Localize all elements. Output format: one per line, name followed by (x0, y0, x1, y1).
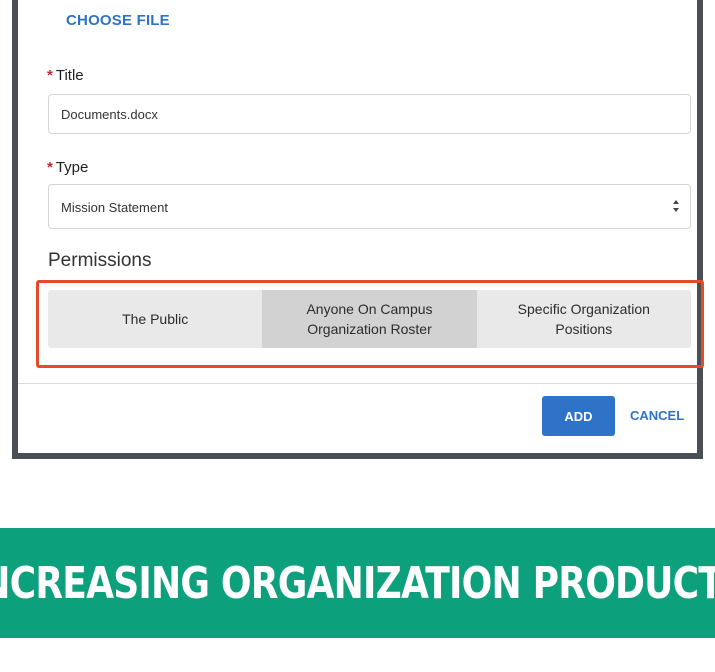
permission-option-campus[interactable]: Anyone On Campus Organization Roster (262, 290, 477, 348)
title-label: * Title (47, 67, 84, 84)
type-label: * Type (47, 159, 88, 176)
type-select[interactable]: Mission Statement (48, 184, 691, 229)
permission-option-line: Anyone On Campus (306, 301, 433, 317)
title-label-text: Title (55, 67, 84, 84)
title-input[interactable] (48, 94, 691, 134)
choose-file-button[interactable]: CHOOSE FILE (66, 12, 170, 29)
select-updown-icon (673, 200, 679, 212)
permissions-segmented-control: The Public Anyone On Campus Organization… (48, 290, 691, 348)
permission-option-specific-positions[interactable]: Specific Organization Positions (477, 290, 691, 348)
add-document-dialog: CHOOSE FILE *Title *Type Mission Stateme… (12, 0, 704, 459)
type-select-value: Mission Statement (61, 200, 168, 215)
permission-option-line: Organization Roster (307, 321, 432, 337)
cancel-button[interactable]: CANCEL (630, 396, 684, 436)
permission-option-line: The Public (122, 311, 189, 327)
permission-option-public[interactable]: The Public (48, 290, 262, 348)
required-marker: * (47, 159, 53, 176)
required-marker: * (47, 67, 53, 84)
footer-divider (18, 383, 697, 384)
type-label-text: Type (55, 159, 89, 176)
banner-text: NCREASING ORGANIZATION PRODUCTI (0, 557, 715, 609)
permissions-heading: Permissions (48, 250, 152, 271)
permission-option-line: Specific Organization (517, 301, 650, 317)
title-banner: NCREASING ORGANIZATION PRODUCTI (0, 528, 715, 638)
permission-option-line: Positions (555, 321, 613, 337)
add-button[interactable]: ADD (542, 396, 615, 436)
